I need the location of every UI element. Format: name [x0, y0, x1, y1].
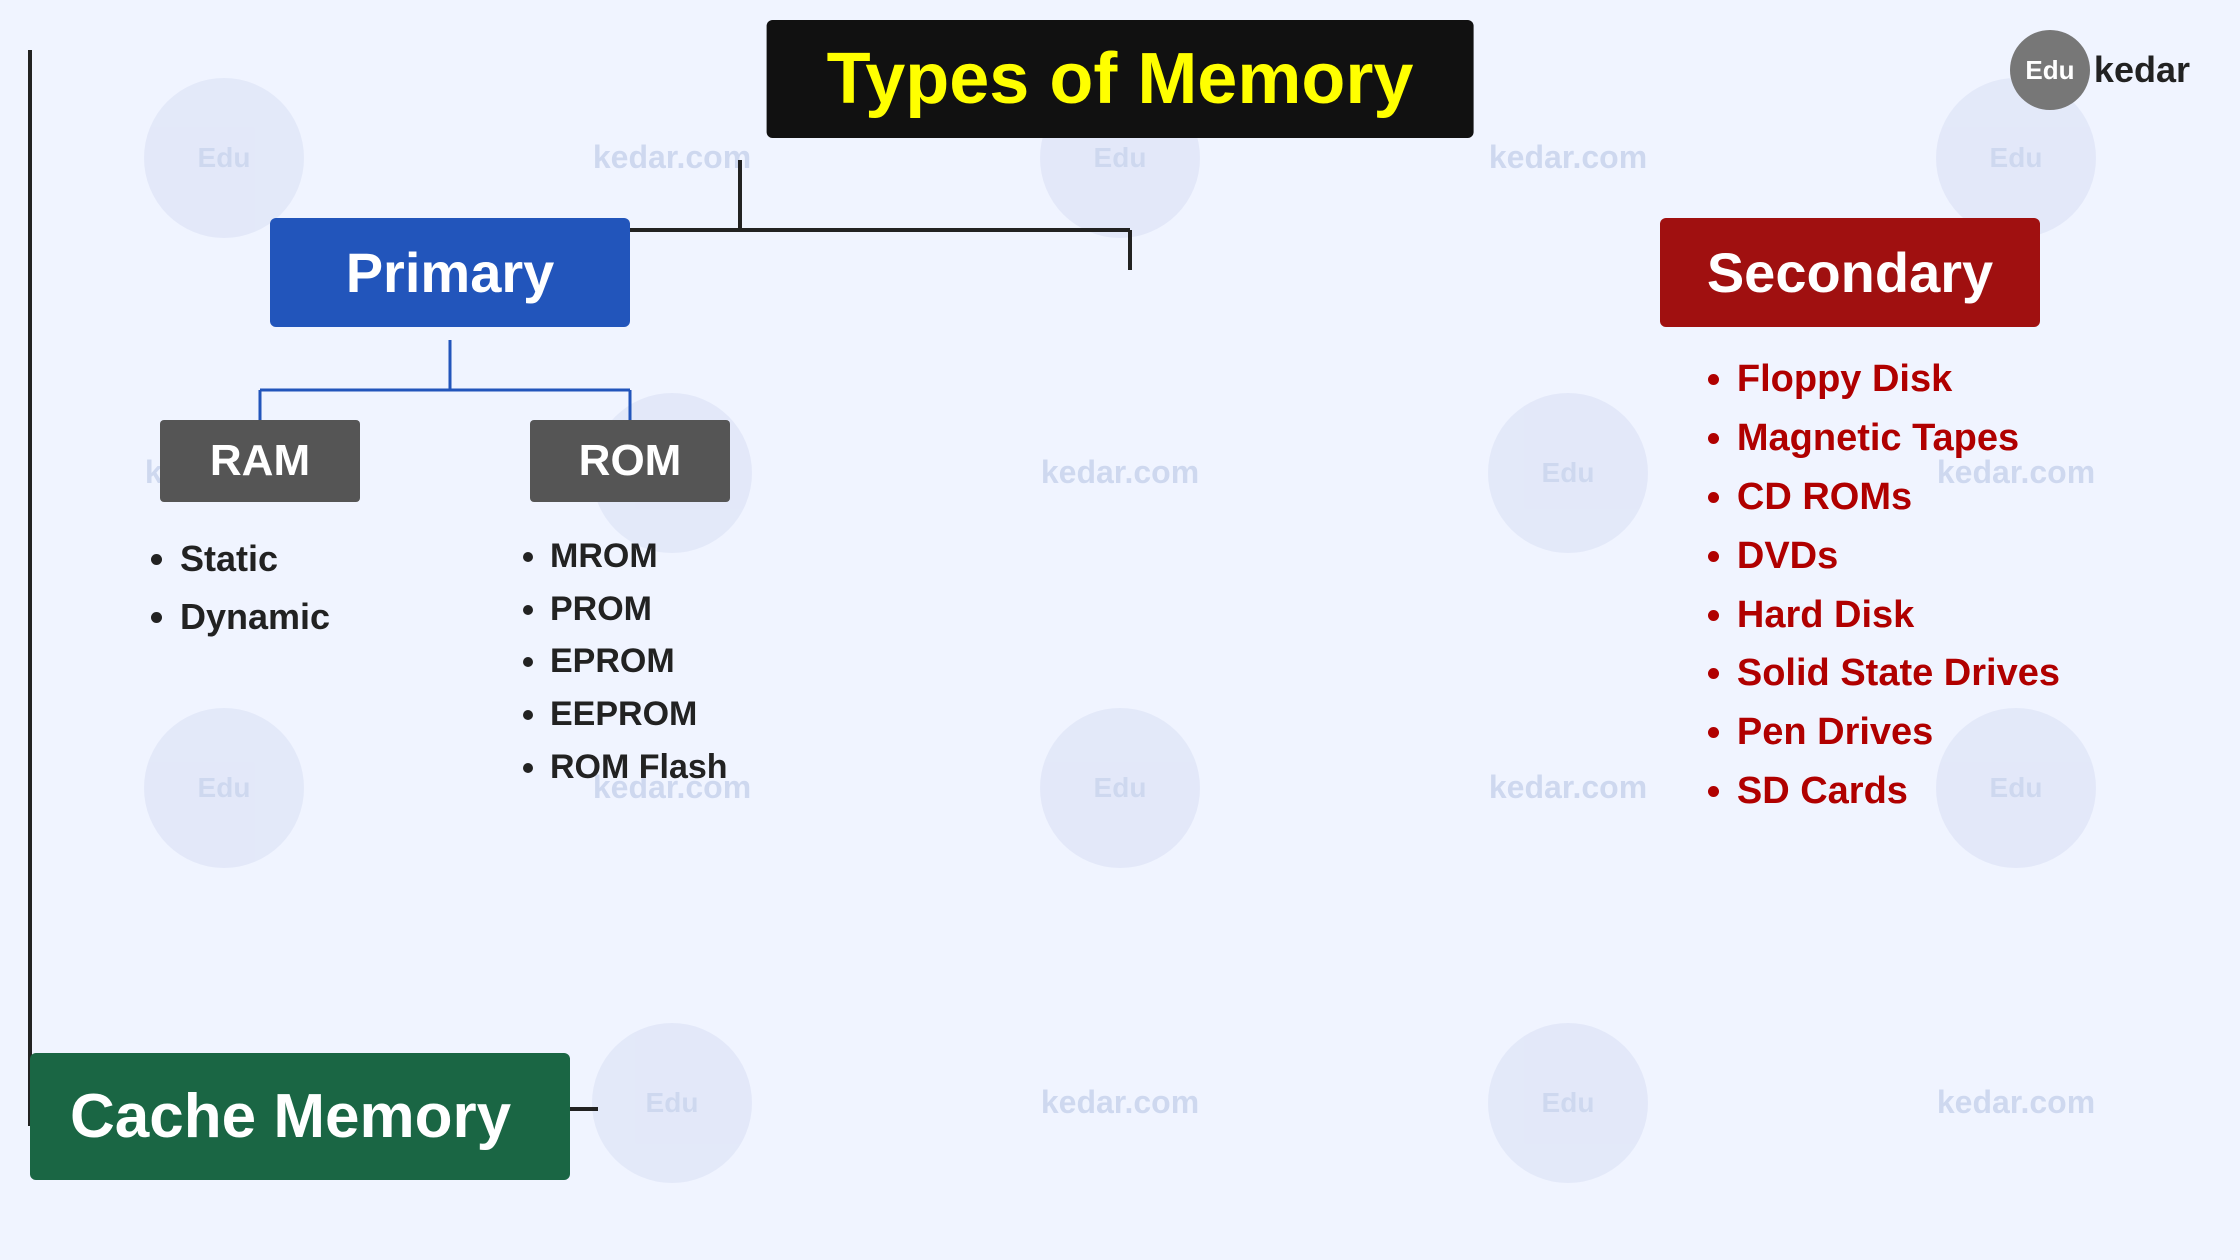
secondary-item-dvds: DVDs	[1737, 527, 2060, 586]
secondary-label: Secondary	[1707, 241, 1993, 304]
secondary-item-harddisk: Hard Disk	[1737, 586, 2060, 645]
primary-box: Primary	[270, 218, 630, 327]
page-title: Types of Memory	[827, 39, 1414, 119]
cache-box: Cache Memory	[30, 1053, 570, 1180]
logo: Edu kedar	[2010, 30, 2190, 110]
rom-item-eprom: EPROM	[550, 635, 728, 688]
rom-item-flash: ROM Flash	[550, 741, 728, 794]
ram-items: Static Dynamic	[150, 530, 330, 645]
rom-item-eeprom: EEPROM	[550, 688, 728, 741]
rom-box: ROM	[530, 420, 730, 502]
ram-item-static: Static	[180, 530, 330, 588]
secondary-items: Floppy Disk Magnetic Tapes CD ROMs DVDs …	[1707, 350, 2060, 821]
ram-item-dynamic: Dynamic	[180, 588, 330, 646]
rom-items: MROM PROM EPROM EEPROM ROM Flash	[520, 530, 728, 793]
secondary-item-floppy: Floppy Disk	[1737, 350, 2060, 409]
rom-item-prom: PROM	[550, 583, 728, 636]
ram-label: RAM	[210, 436, 310, 485]
secondary-box: Secondary	[1660, 218, 2040, 327]
primary-label: Primary	[346, 241, 555, 304]
secondary-item-ssd: Solid State Drives	[1737, 644, 2060, 703]
secondary-item-pen: Pen Drives	[1737, 703, 2060, 762]
main-content: Edu kedar Types of Memory Primary Second…	[0, 0, 2240, 1260]
secondary-item-sd: SD Cards	[1737, 762, 2060, 821]
rom-label: ROM	[579, 436, 682, 485]
ram-box: RAM	[160, 420, 360, 502]
logo-name-text: kedar	[2094, 49, 2190, 91]
title-box: Types of Memory	[767, 20, 1474, 138]
secondary-item-cdroms: CD ROMs	[1737, 468, 2060, 527]
secondary-item-magnetic: Magnetic Tapes	[1737, 409, 2060, 468]
rom-item-mrom: MROM	[550, 530, 728, 583]
cache-label: Cache Memory	[70, 1082, 511, 1151]
logo-circle: Edu	[2010, 30, 2090, 110]
logo-edu-text: Edu	[2025, 55, 2074, 86]
left-border-line	[28, 50, 32, 1126]
